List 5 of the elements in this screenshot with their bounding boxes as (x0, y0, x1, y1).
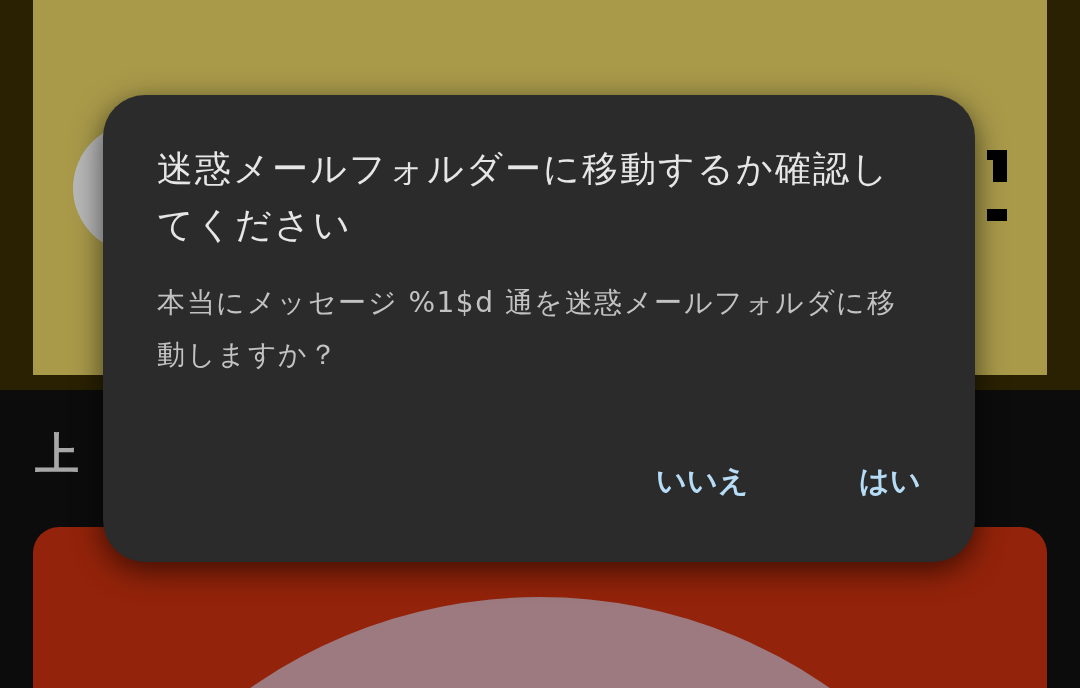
dialog-message: 本当にメッセージ %1$d 通を迷惑メールフォルダに移動しますか？ (157, 285, 898, 373)
dialog-button[interactable]: いいえ (616, 451, 789, 512)
dialog-title: 迷惑メールフォルダーに移動するか確認してください (157, 147, 891, 247)
section-heading: 上 (35, 428, 79, 481)
dialog-button[interactable]: はい (819, 451, 961, 512)
